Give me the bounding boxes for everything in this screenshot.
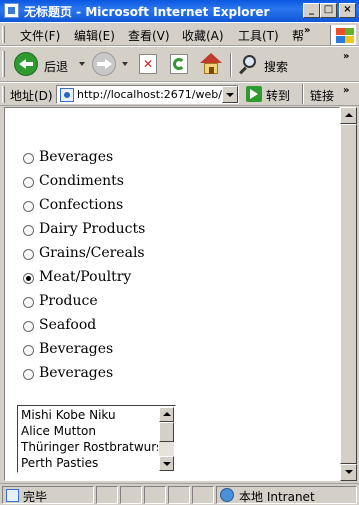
- home-icon: [200, 53, 222, 75]
- links-overflow-chevron[interactable]: »: [343, 85, 349, 96]
- status-text: 完毕: [23, 490, 48, 504]
- close-button[interactable]: ×: [339, 3, 356, 18]
- radio-button[interactable]: [23, 225, 34, 236]
- stop-button[interactable]: ✕: [137, 51, 161, 79]
- menu-help[interactable]: 帮: [292, 27, 304, 44]
- back-button[interactable]: 后退: [10, 51, 90, 79]
- listbox-scroll-thumb[interactable]: [159, 422, 174, 442]
- ie-page-icon: [4, 3, 19, 18]
- radio-button[interactable]: [23, 297, 34, 308]
- refresh-button[interactable]: [168, 51, 192, 79]
- menu-grip[interactable]: [2, 26, 5, 43]
- intranet-globe-icon: [220, 488, 234, 502]
- page-icon: [60, 88, 74, 102]
- zone-text: 本地 Intranet: [239, 490, 315, 504]
- list-item[interactable]: Alice Mutton: [19, 423, 158, 439]
- page-content: Beverages Condiments Confections Dairy P…: [4, 107, 340, 481]
- address-url[interactable]: http://localhost:2671/web/De: [77, 88, 237, 101]
- menu-edit[interactable]: 编辑(E): [74, 27, 115, 44]
- radio-button[interactable]: [23, 249, 34, 260]
- list-item[interactable]: Mishi Kobe Niku: [19, 407, 158, 423]
- radio-button[interactable]: [23, 201, 34, 212]
- go-arrow-icon[interactable]: [246, 86, 262, 102]
- maximize-button[interactable]: □: [320, 3, 337, 18]
- address-label: 地址(D): [10, 89, 53, 103]
- forward-dropdown-icon[interactable]: [122, 62, 128, 66]
- page-done-icon: [6, 489, 19, 502]
- toolbar-overflow-chevron[interactable]: »: [343, 51, 349, 62]
- list-item[interactable]: Perth Pasties: [19, 455, 158, 471]
- stop-icon: ✕: [139, 54, 157, 74]
- toolbar-separator: [230, 53, 232, 77]
- listbox-scrollbar[interactable]: [159, 407, 174, 471]
- search-button[interactable]: 搜索: [236, 51, 296, 79]
- menu-file[interactable]: 文件(F): [20, 27, 60, 44]
- back-arrow-icon: [14, 52, 38, 76]
- category-label: Beverages: [39, 365, 114, 381]
- status-cell: [96, 486, 118, 504]
- menu-favorites[interactable]: 收藏(A): [182, 27, 224, 44]
- links-button[interactable]: 链接: [310, 87, 334, 104]
- scroll-thumb[interactable]: [340, 124, 357, 464]
- status-bar: 完毕 本地 Intranet: [0, 483, 359, 505]
- product-listbox[interactable]: Mishi Kobe Niku Alice Mutton Thüringer R…: [17, 405, 176, 473]
- forward-arrow-icon: [92, 52, 116, 76]
- category-label: Condiments: [39, 173, 124, 189]
- page-scrollbar[interactable]: [340, 107, 357, 481]
- menu-overflow-chevron[interactable]: »: [304, 25, 310, 36]
- status-cell: [192, 486, 214, 504]
- refresh-icon: [170, 54, 188, 74]
- back-dropdown-icon[interactable]: [79, 62, 85, 66]
- status-cell: [168, 486, 190, 504]
- address-separator: [302, 84, 304, 104]
- list-item[interactable]: Thüringer Rostbratwurst: [19, 439, 158, 455]
- address-input[interactable]: http://localhost:2671/web/De: [56, 85, 239, 104]
- radio-button[interactable]: [23, 153, 34, 164]
- home-button[interactable]: [198, 51, 224, 79]
- listbox-scroll-down-button[interactable]: [159, 456, 174, 471]
- menu-tools[interactable]: 工具(T): [238, 27, 279, 44]
- scroll-up-button[interactable]: [340, 107, 357, 124]
- radio-button[interactable]: [23, 345, 34, 356]
- back-label: 后退: [44, 60, 69, 74]
- address-bar: 地址(D) http://localhost:2671/web/De 转到 链接…: [0, 82, 359, 106]
- radio-button[interactable]: [23, 177, 34, 188]
- menu-bar: 文件(F) 编辑(E) 查看(V) 收藏(A) 工具(T) 帮 »: [0, 22, 359, 46]
- category-label: Produce: [39, 293, 98, 309]
- radio-button-selected[interactable]: [23, 273, 34, 284]
- category-label: Beverages: [39, 341, 114, 357]
- search-icon: [238, 54, 260, 76]
- menu-view[interactable]: 查看(V): [128, 27, 170, 44]
- forward-button[interactable]: [90, 51, 132, 79]
- go-button[interactable]: 转到: [266, 87, 290, 104]
- toolbar-grip[interactable]: [2, 51, 5, 77]
- windows-logo: [330, 25, 356, 45]
- category-label: Beverages: [39, 149, 114, 165]
- category-label: Dairy Products: [39, 221, 146, 237]
- category-label: Confections: [39, 197, 124, 213]
- zone-cell: 本地 Intranet: [216, 486, 357, 504]
- scroll-down-button[interactable]: [340, 464, 357, 481]
- address-grip[interactable]: [2, 86, 5, 103]
- standard-toolbar: 后退 ✕ 搜索 »: [0, 46, 359, 82]
- status-cell: [120, 486, 142, 504]
- listbox-scroll-up-button[interactable]: [159, 407, 174, 422]
- category-label: Seafood: [39, 317, 97, 333]
- minimize-button[interactable]: _: [303, 3, 320, 18]
- category-label: Grains/Cereals: [39, 245, 145, 261]
- window-title: 无标题页 - Microsoft Internet Explorer: [24, 5, 270, 19]
- radio-button[interactable]: [23, 321, 34, 332]
- title-bar: 无标题页 - Microsoft Internet Explorer _ □ ×: [0, 0, 359, 22]
- status-main-cell: 完毕: [2, 486, 94, 504]
- category-label: Meat/Poultry: [39, 269, 132, 285]
- status-cell: [144, 486, 166, 504]
- search-label: 搜索: [264, 60, 289, 74]
- radio-button[interactable]: [23, 369, 34, 380]
- address-dropdown-button[interactable]: [222, 86, 238, 103]
